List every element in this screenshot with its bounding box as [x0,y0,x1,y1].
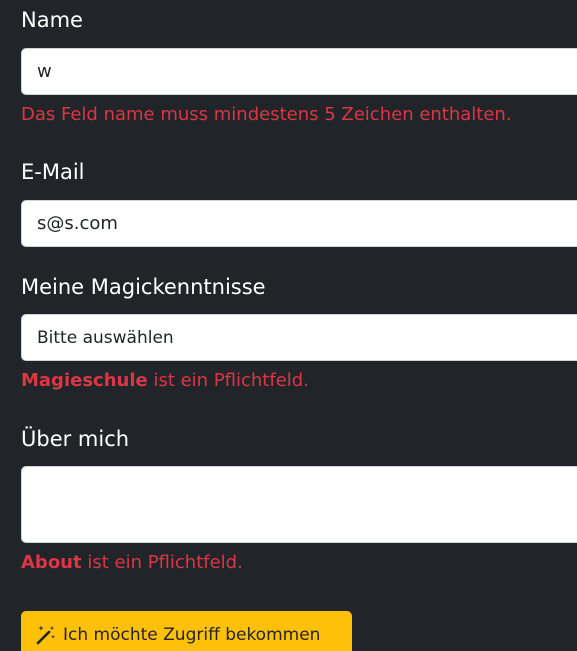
magic-select[interactable]: Bitte auswählen [21,314,577,361]
magic-label: Meine Magickenntnisse [21,275,266,299]
access-request-form: Name Das Feld name muss mindestens 5 Zei… [0,0,577,651]
name-label: Name [21,8,83,32]
about-textarea[interactable] [21,466,577,543]
magic-error: Magieschule ist ein Pflichtfeld. [21,370,309,392]
magic-wand-icon [36,625,55,645]
about-label: Über mich [21,427,130,451]
submit-button[interactable]: Ich möchte Zugriff bekommen [21,611,352,651]
email-input[interactable] [21,200,577,247]
about-error-text: ist ein Pflichtfeld. [81,552,243,573]
magic-error-text: ist ein Pflichtfeld. [147,370,309,391]
email-label: E-Mail [21,160,85,184]
name-input[interactable] [21,48,577,95]
magic-select-value: Bitte auswählen [37,327,174,348]
name-error: Das Feld name muss mindestens 5 Zeichen … [21,104,512,125]
about-error-field: About [21,552,82,573]
magic-error-field: Magieschule [21,370,148,391]
about-error: About ist ein Pflichtfeld. [21,552,243,574]
submit-button-label: Ich möchte Zugriff bekommen [63,625,321,645]
